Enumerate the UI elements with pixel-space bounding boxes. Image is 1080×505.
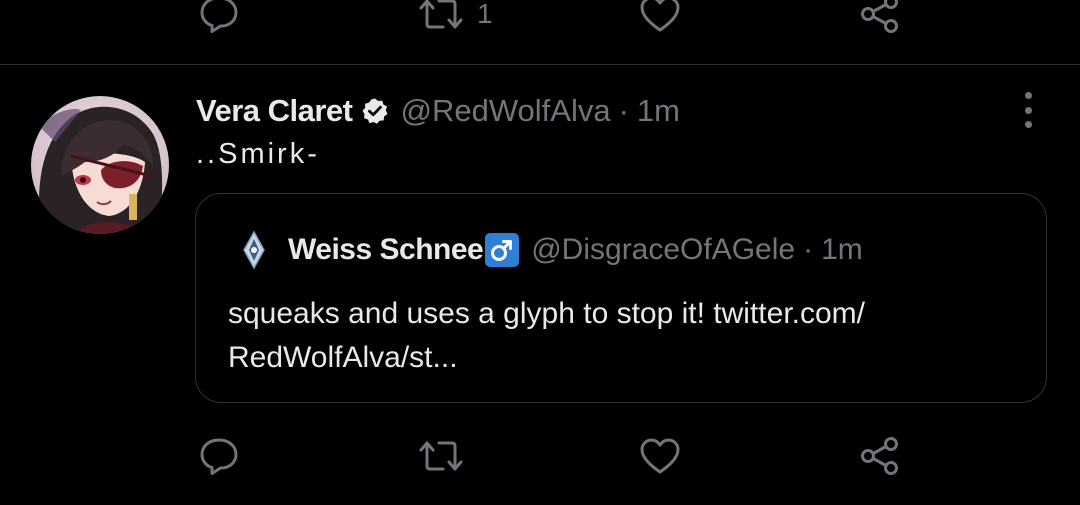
- previous-tweet-actions: 1: [0, 0, 1080, 34]
- reply-icon: [200, 438, 238, 475]
- header-separator: ·: [618, 93, 629, 128]
- reply-button[interactable]: [198, 436, 240, 476]
- tweet-actions: [0, 436, 1080, 476]
- quoted-tweet-timestamp: 1m: [821, 233, 863, 266]
- retweet-icon: [419, 0, 463, 29]
- share-icon: [861, 0, 898, 33]
- author-handle[interactable]: @RedWolfAlva: [401, 93, 611, 129]
- like-button[interactable]: [638, 0, 682, 34]
- retweet-button[interactable]: [415, 436, 467, 476]
- author-name[interactable]: Vera Claret: [196, 93, 353, 129]
- reply-button[interactable]: [198, 0, 240, 34]
- male-sign-emoji-icon: [485, 233, 520, 267]
- quoted-tweet-header: Weiss Schnee @DisgraceOfAGele · 1m: [240, 230, 863, 270]
- share-button[interactable]: [858, 0, 902, 34]
- like-icon: [640, 0, 680, 32]
- quoted-tweet-card[interactable]: Weiss Schnee @DisgraceOfAGele · 1m squea…: [195, 193, 1047, 403]
- quoted-text-line-2[interactable]: RedWolfAlva/st...: [228, 336, 1008, 380]
- reply-icon: [200, 0, 238, 33]
- like-button[interactable]: [638, 436, 682, 476]
- quoted-header-separator: ·: [803, 233, 814, 266]
- tweet-header: Vera Claret @RedWolfAlva · 1m: [196, 90, 680, 132]
- quoted-author-handle: @DisgraceOfAGele: [531, 233, 796, 266]
- quoted-author-name: Weiss Schnee: [288, 233, 484, 266]
- verified-badge-icon: [361, 97, 389, 125]
- share-button[interactable]: [858, 436, 902, 476]
- tweet-text: ..Smirk-: [196, 138, 320, 170]
- retweet-button[interactable]: 1: [415, 0, 493, 34]
- quoted-text-line-1: squeaks and uses a glyph to stop it! twi…: [228, 297, 866, 330]
- more-options-icon[interactable]: [1012, 92, 1044, 128]
- share-icon: [861, 437, 898, 475]
- avatar-image: [31, 96, 169, 234]
- like-icon: [640, 438, 680, 474]
- tweet-timestamp[interactable]: 1m: [637, 93, 680, 129]
- avatar[interactable]: [31, 96, 169, 234]
- quoted-avatar: [240, 230, 268, 270]
- quoted-tweet-text: squeaks and uses a glyph to stop it! twi…: [228, 292, 1008, 380]
- retweet-icon: [419, 441, 463, 471]
- retweet-count: 1: [477, 0, 493, 29]
- quoted-avatar-image: [243, 231, 265, 269]
- tweet-divider: [0, 64, 1080, 65]
